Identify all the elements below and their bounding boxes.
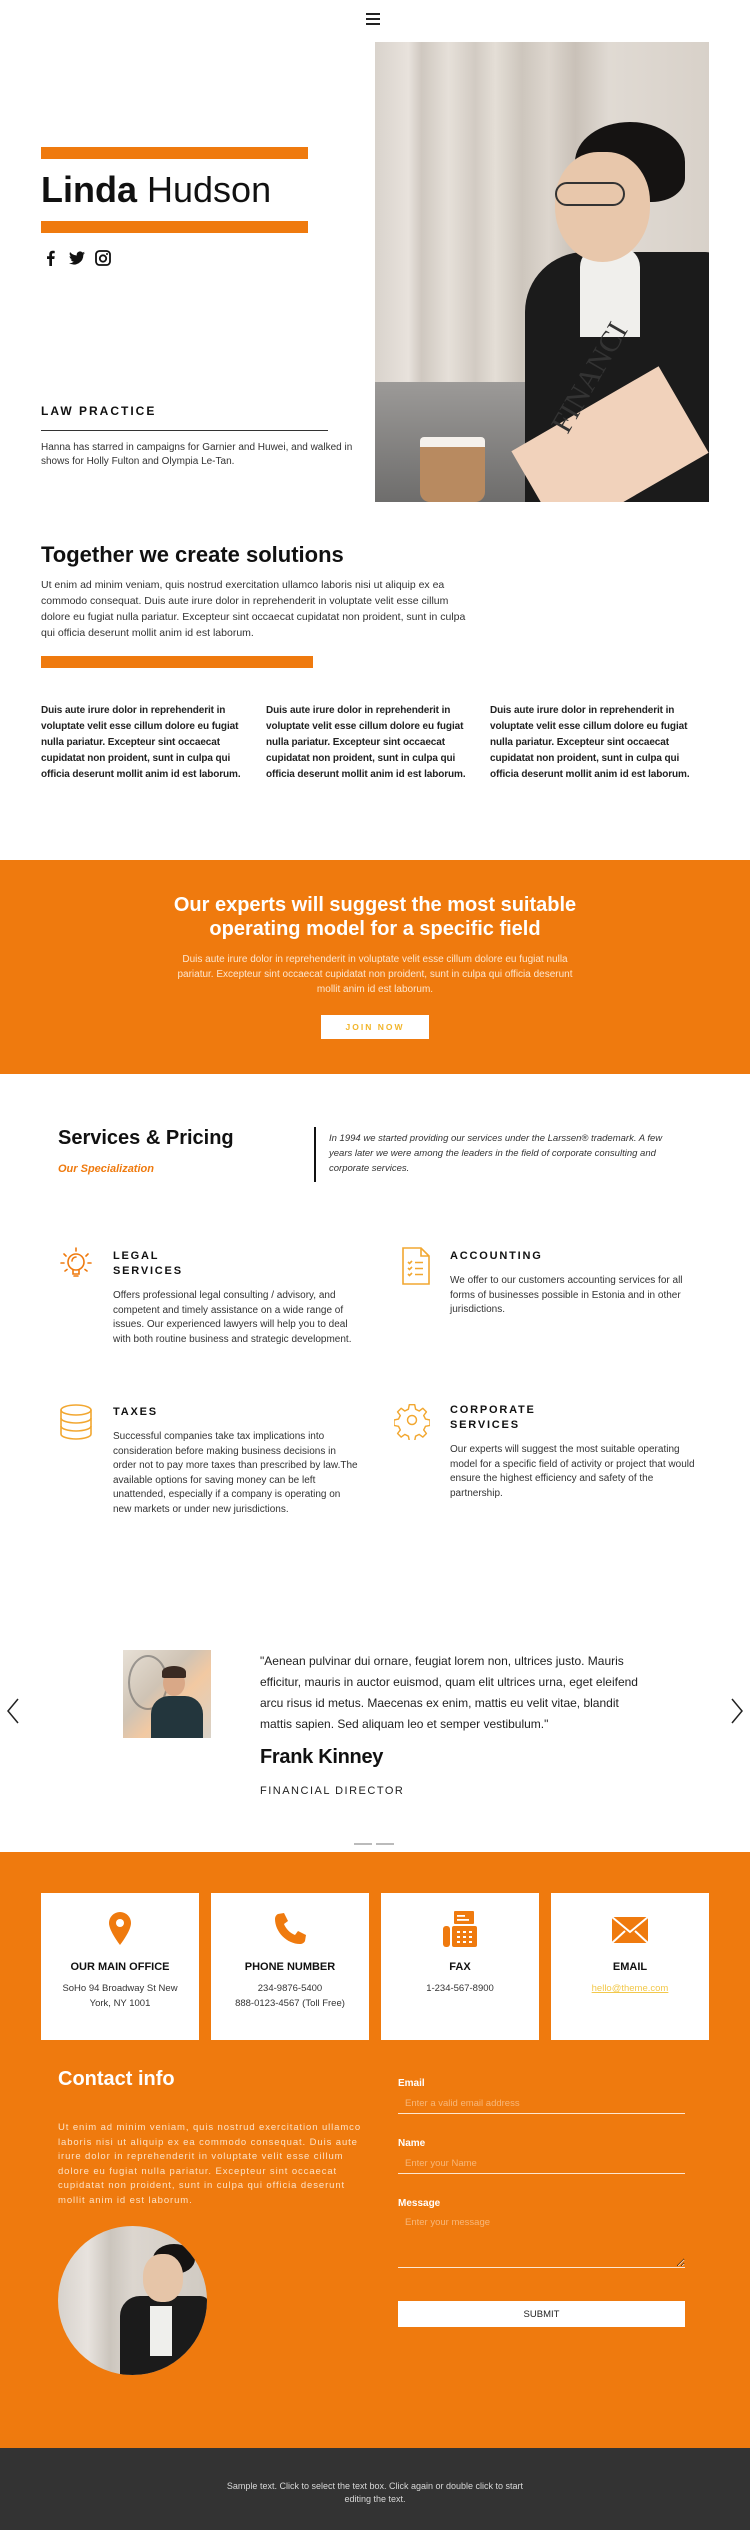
divider	[41, 430, 328, 431]
contact-info-text: Ut enim ad minim veniam, quis nostrud ex…	[58, 2122, 361, 2206]
solutions-accent-bar	[41, 656, 313, 668]
quote-divider	[314, 1127, 316, 1182]
hamburger-icon[interactable]	[366, 13, 380, 25]
contact-card-office: OUR MAIN OFFICE SoHo 94 Broadway St New …	[41, 1893, 199, 2040]
card-value: SoHo 94 Broadway St New York, NY 1001	[62, 1983, 178, 2009]
prev-slide-arrow-icon[interactable]	[4, 1697, 22, 1725]
solutions-column-1: Duis aute irure dolor in reprehenderit i…	[41, 705, 241, 780]
join-now-button[interactable]: JOIN NOW	[321, 1015, 429, 1039]
card-value: 1-234-567-8900	[426, 1983, 494, 1994]
hero-last-name: Hudson	[137, 169, 272, 210]
hero-name: Linda Hudson	[41, 168, 271, 212]
contact-card-email: EMAIL hello@theme.com	[551, 1893, 709, 2040]
card-title: EMAIL	[612, 1961, 648, 1973]
service-title-corporate: CORPORATE SERVICES	[450, 1403, 536, 1433]
service-title-line: SERVICES	[113, 1265, 183, 1277]
service-title-line: ACCOUNTING	[450, 1250, 543, 1262]
solutions-column-2: Duis aute irure dolor in reprehenderit i…	[266, 705, 466, 780]
service-text-taxes: Successful companies take tax implicatio…	[113, 1431, 358, 1515]
service-title-line: CORPORATE	[450, 1404, 536, 1416]
service-title-line: SERVICES	[450, 1419, 520, 1431]
service-text-accounting: We offer to our customers accounting ser…	[450, 1275, 683, 1315]
service-text-corporate: Our experts will suggest the most suitab…	[450, 1444, 695, 1499]
email-field[interactable]	[398, 2094, 685, 2114]
name-field[interactable]	[398, 2154, 685, 2174]
slider-indicators	[354, 1843, 394, 1845]
card-value: 234-9876-5400 888-0123-4567 (Toll Free)	[235, 1983, 345, 2009]
facebook-icon[interactable]	[43, 250, 59, 266]
social-links	[43, 250, 111, 266]
card-title: PHONE NUMBER	[244, 1961, 336, 1973]
slide-indicator-2[interactable]	[376, 1843, 394, 1845]
card-title: FAX	[449, 1961, 471, 1973]
contact-info-title: Contact info	[58, 2068, 175, 2090]
hero-photo: FINANCI	[375, 42, 709, 502]
hero-accent-bar-top	[41, 147, 308, 159]
next-slide-arrow-icon[interactable]	[728, 1697, 746, 1725]
service-title-legal: LEGAL SERVICES	[113, 1249, 183, 1279]
services-title: Services & Pricing	[58, 1127, 234, 1149]
testimonial-role: FINANCIAL DIRECTOR	[260, 1785, 405, 1797]
cta-title: Our experts will suggest the most suitab…	[173, 894, 577, 940]
solutions-text: Ut enim ad minim veniam, quis nostrud ex…	[41, 579, 466, 639]
contact-card-phone: PHONE NUMBER 234-9876-5400 888-0123-4567…	[211, 1893, 369, 2040]
testimonial-name: Frank Kinney	[260, 1746, 384, 1768]
coin-stack-icon	[58, 1402, 94, 1442]
footer-text: Sample text. Click to select the text bo…	[226, 2481, 524, 2504]
service-text-legal: Offers professional legal consulting / a…	[113, 1290, 352, 1345]
checklist-document-icon	[398, 1246, 434, 1286]
solutions-title: Together we create solutions	[41, 542, 344, 567]
envelope-icon	[610, 1909, 650, 1949]
testimonial-quote: "Aenean pulvinar dui ornare, feugiat lor…	[260, 1654, 638, 1731]
service-title-taxes: TAXES	[113, 1405, 158, 1420]
message-field[interactable]	[398, 2213, 685, 2268]
cta-text: Duis aute irure dolor in reprehenderit i…	[177, 954, 573, 995]
hero-first-name: Linda	[41, 169, 137, 210]
email-link[interactable]: hello@theme.com	[551, 1982, 709, 1997]
service-title-accounting: ACCOUNTING	[450, 1249, 543, 1264]
submit-button[interactable]: SUBMIT	[398, 2301, 685, 2327]
gear-icon	[393, 1400, 431, 1442]
email-label: Email	[398, 2078, 425, 2089]
contact-photo	[58, 2226, 207, 2375]
services-quote: In 1994 we started providing our service…	[329, 1133, 663, 1174]
testimonial-avatar	[123, 1650, 211, 1738]
hero-bio: Hanna has starred in campaigns for Garni…	[41, 442, 353, 467]
message-label: Message	[398, 2198, 441, 2209]
name-label: Name	[398, 2138, 426, 2149]
fax-icon	[440, 1909, 480, 1949]
instagram-icon[interactable]	[95, 250, 111, 266]
solutions-column-3: Duis aute irure dolor in reprehenderit i…	[490, 705, 690, 780]
service-title-line: LEGAL	[113, 1250, 160, 1262]
map-pin-icon	[100, 1909, 140, 1949]
contact-card-fax: FAX 1-234-567-8900	[381, 1893, 539, 2040]
phone-icon	[270, 1909, 310, 1949]
service-title-line: TAXES	[113, 1406, 158, 1418]
slide-indicator-1[interactable]	[354, 1843, 372, 1845]
services-subtitle: Our Specialization	[58, 1163, 154, 1175]
law-practice-title: LAW PRACTICE	[41, 404, 157, 418]
hero-accent-bar-bottom	[41, 221, 308, 233]
twitter-icon[interactable]	[69, 250, 85, 266]
lightbulb-icon	[58, 1245, 94, 1285]
card-title: OUR MAIN OFFICE	[70, 1961, 170, 1973]
